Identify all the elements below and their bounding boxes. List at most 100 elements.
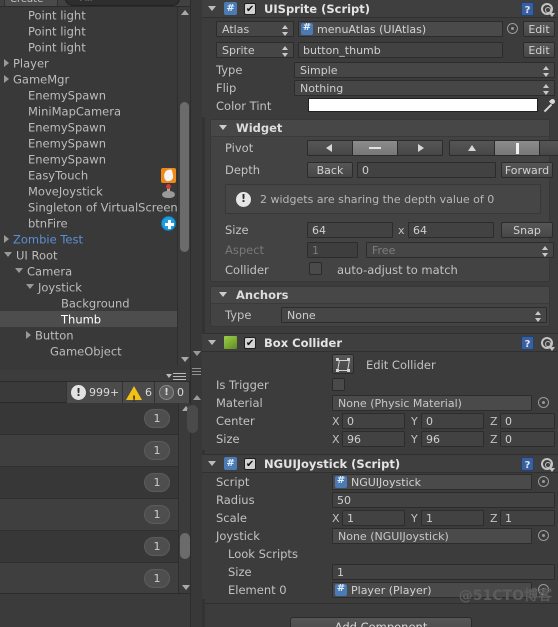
istrigger-checkbox[interactable] <box>332 378 345 391</box>
scroll-up-icon[interactable] <box>193 351 201 356</box>
widget-section-header[interactable]: Widget <box>211 120 549 137</box>
scroll-down-icon[interactable] <box>193 395 201 400</box>
color-tint-swatch[interactable] <box>308 98 538 112</box>
atlas-object-field[interactable]: menuAtlas (UIAtlas) <box>298 21 503 37</box>
error-count-badge[interactable]: 999+ <box>66 382 126 403</box>
center-y-field[interactable]: 0 <box>421 413 484 429</box>
anchors-type-dropdown[interactable]: None <box>281 307 547 323</box>
pivot-right-button[interactable] <box>397 140 443 156</box>
foldout-open-icon[interactable] <box>208 340 216 345</box>
material-picker-icon[interactable] <box>538 397 549 408</box>
foldout-closed-icon[interactable] <box>4 234 9 243</box>
pivot-vcenter-button[interactable] <box>494 140 540 156</box>
nguijoystick-enabled-checkbox[interactable] <box>244 456 257 474</box>
hierarchy-item-thumb[interactable]: Thumb <box>0 311 182 327</box>
info-count-badge[interactable]: 0 <box>154 382 190 403</box>
flip-dropdown[interactable]: Nothing <box>294 80 555 96</box>
size-x-field[interactable]: 64 <box>307 222 393 238</box>
sprite-edit-button[interactable]: Edit <box>523 42 555 58</box>
eyedropper-icon[interactable] <box>542 98 556 112</box>
menu-icon[interactable] <box>173 373 186 380</box>
hierarchy-item-background[interactable]: Background <box>0 295 182 311</box>
console-message-row[interactable]: 1 <box>0 499 178 531</box>
warning-count-badge[interactable]: 6 <box>122 382 158 411</box>
size-y-field[interactable]: 64 <box>408 222 494 238</box>
sprite-dropdown[interactable]: Sprite <box>216 42 294 58</box>
pivot-top-button[interactable] <box>449 140 495 156</box>
console-message-row[interactable]: 1 <box>0 435 178 467</box>
nguijoystick-header[interactable]: NGUIJoystick (Script) <box>202 455 558 475</box>
hierarchy-item-easytouch[interactable]: EasyTouch <box>0 167 182 183</box>
hierarchy-item-enemyspawn[interactable]: EnemySpawn <box>0 135 182 151</box>
hierarchy-item-btnfire[interactable]: btnFire <box>0 215 182 231</box>
radius-field[interactable]: 50 <box>332 492 555 508</box>
foldout-open-icon[interactable] <box>208 6 216 11</box>
atlas-picker-icon[interactable] <box>507 23 518 34</box>
hierarchy-item-point-light[interactable]: Point light <box>0 7 182 23</box>
add-component-button[interactable]: Add Component <box>290 617 472 627</box>
atlas-dropdown[interactable]: Atlas <box>216 21 294 37</box>
hierarchy-item-gamemgr[interactable]: GameMgr <box>0 71 182 87</box>
foldout-closed-icon[interactable] <box>4 74 9 83</box>
collider-size-x-field[interactable]: 96 <box>342 431 405 447</box>
foldout-open-icon[interactable] <box>219 292 227 297</box>
scroll-down-icon[interactable] <box>182 585 190 590</box>
create-button[interactable]: Create <box>4 0 58 6</box>
pivot-left-button[interactable] <box>307 140 353 156</box>
atlas-edit-button[interactable]: Edit <box>523 21 555 37</box>
anchors-section-header[interactable]: Anchors <box>211 287 549 304</box>
joystick-object-field[interactable]: None (NGUIJoystick) <box>332 528 532 544</box>
splitter-grip[interactable] <box>192 368 201 378</box>
hierarchy-item-ui-root[interactable]: UI Root <box>0 247 182 263</box>
edit-collider-button[interactable] <box>332 354 354 374</box>
material-object-field[interactable]: None (Physic Material) <box>332 395 532 411</box>
scale-x-field[interactable]: 1 <box>342 510 405 526</box>
pivot-hcenter-button[interactable] <box>352 140 398 156</box>
console-message-row[interactable]: 1 <box>0 531 178 563</box>
boxcollider-enabled-checkbox[interactable] <box>244 335 257 353</box>
hierarchy-item-player[interactable]: Player <box>0 55 182 71</box>
depth-forward-button[interactable]: Forward <box>501 162 553 178</box>
hierarchy-item-enemyspawn[interactable]: EnemySpawn <box>0 119 182 135</box>
lookscripts-size-field[interactable]: 1 <box>332 564 555 580</box>
hierarchy-list[interactable]: Point light Point light Point light Player G… <box>0 7 182 365</box>
chevron-down-icon[interactable] <box>166 374 172 378</box>
gear-icon[interactable] <box>541 337 555 351</box>
gear-icon[interactable] <box>541 3 555 17</box>
foldout-open-icon[interactable] <box>208 461 216 466</box>
uisprite-enabled-checkbox[interactable] <box>244 1 257 19</box>
hierarchy-item-minimapcamera[interactable]: MiniMapCamera <box>0 103 182 119</box>
hierarchy-item-button[interactable]: Button <box>0 327 182 343</box>
hierarchy-item-movejoystick[interactable]: MoveJoystick <box>0 183 182 199</box>
hierarchy-item-point-light[interactable]: Point light <box>0 23 182 39</box>
hierarchy-item-enemyspawn[interactable]: EnemySpawn <box>0 87 182 103</box>
script-object-field[interactable]: NGUIJoystick <box>332 474 532 490</box>
collider-size-y-field[interactable]: 96 <box>421 431 484 447</box>
scroll-down-icon[interactable] <box>181 357 189 362</box>
hierarchy-item-zombie-test[interactable]: Zombie Test <box>0 231 182 247</box>
hierarchy-item-enemyspawn[interactable]: EnemySpawn <box>0 151 182 167</box>
hierarchy-item-singleton-of-virtualscreen[interactable]: Singleton of VirtualScreen <box>0 199 182 215</box>
foldout-closed-icon[interactable] <box>4 58 9 67</box>
hierarchy-scrollbar[interactable] <box>177 7 190 365</box>
console-scroll-thumb[interactable] <box>180 533 190 559</box>
hierarchy-item-joystick[interactable]: Joystick <box>0 279 182 295</box>
type-dropdown[interactable]: Simple <box>294 62 555 78</box>
hierarchy-scroll-thumb[interactable] <box>180 102 189 252</box>
gear-icon[interactable] <box>541 458 555 472</box>
hierarchy-item-camera[interactable]: Camera <box>0 263 182 279</box>
joystick-picker-icon[interactable] <box>538 530 549 541</box>
aspect-mode-dropdown[interactable]: Free <box>366 242 554 258</box>
center-z-field[interactable]: 0 <box>500 413 555 429</box>
hierarchy-search-input[interactable]: All <box>65 0 180 6</box>
hierarchy-item-point-light[interactable]: Point light <box>0 39 182 55</box>
depth-back-button[interactable]: Back <box>307 162 353 178</box>
depth-value-field[interactable]: 0 <box>357 162 496 178</box>
console-message-row[interactable]: 1 <box>0 403 178 435</box>
size-snap-button[interactable]: Snap <box>501 222 553 238</box>
foldout-open-icon[interactable] <box>219 125 227 130</box>
aspect-value-field[interactable]: 1 <box>307 242 358 258</box>
scale-y-field[interactable]: 1 <box>421 510 484 526</box>
foldout-open-icon[interactable] <box>26 284 34 289</box>
sprite-name-field[interactable]: button_thumb <box>298 42 503 58</box>
